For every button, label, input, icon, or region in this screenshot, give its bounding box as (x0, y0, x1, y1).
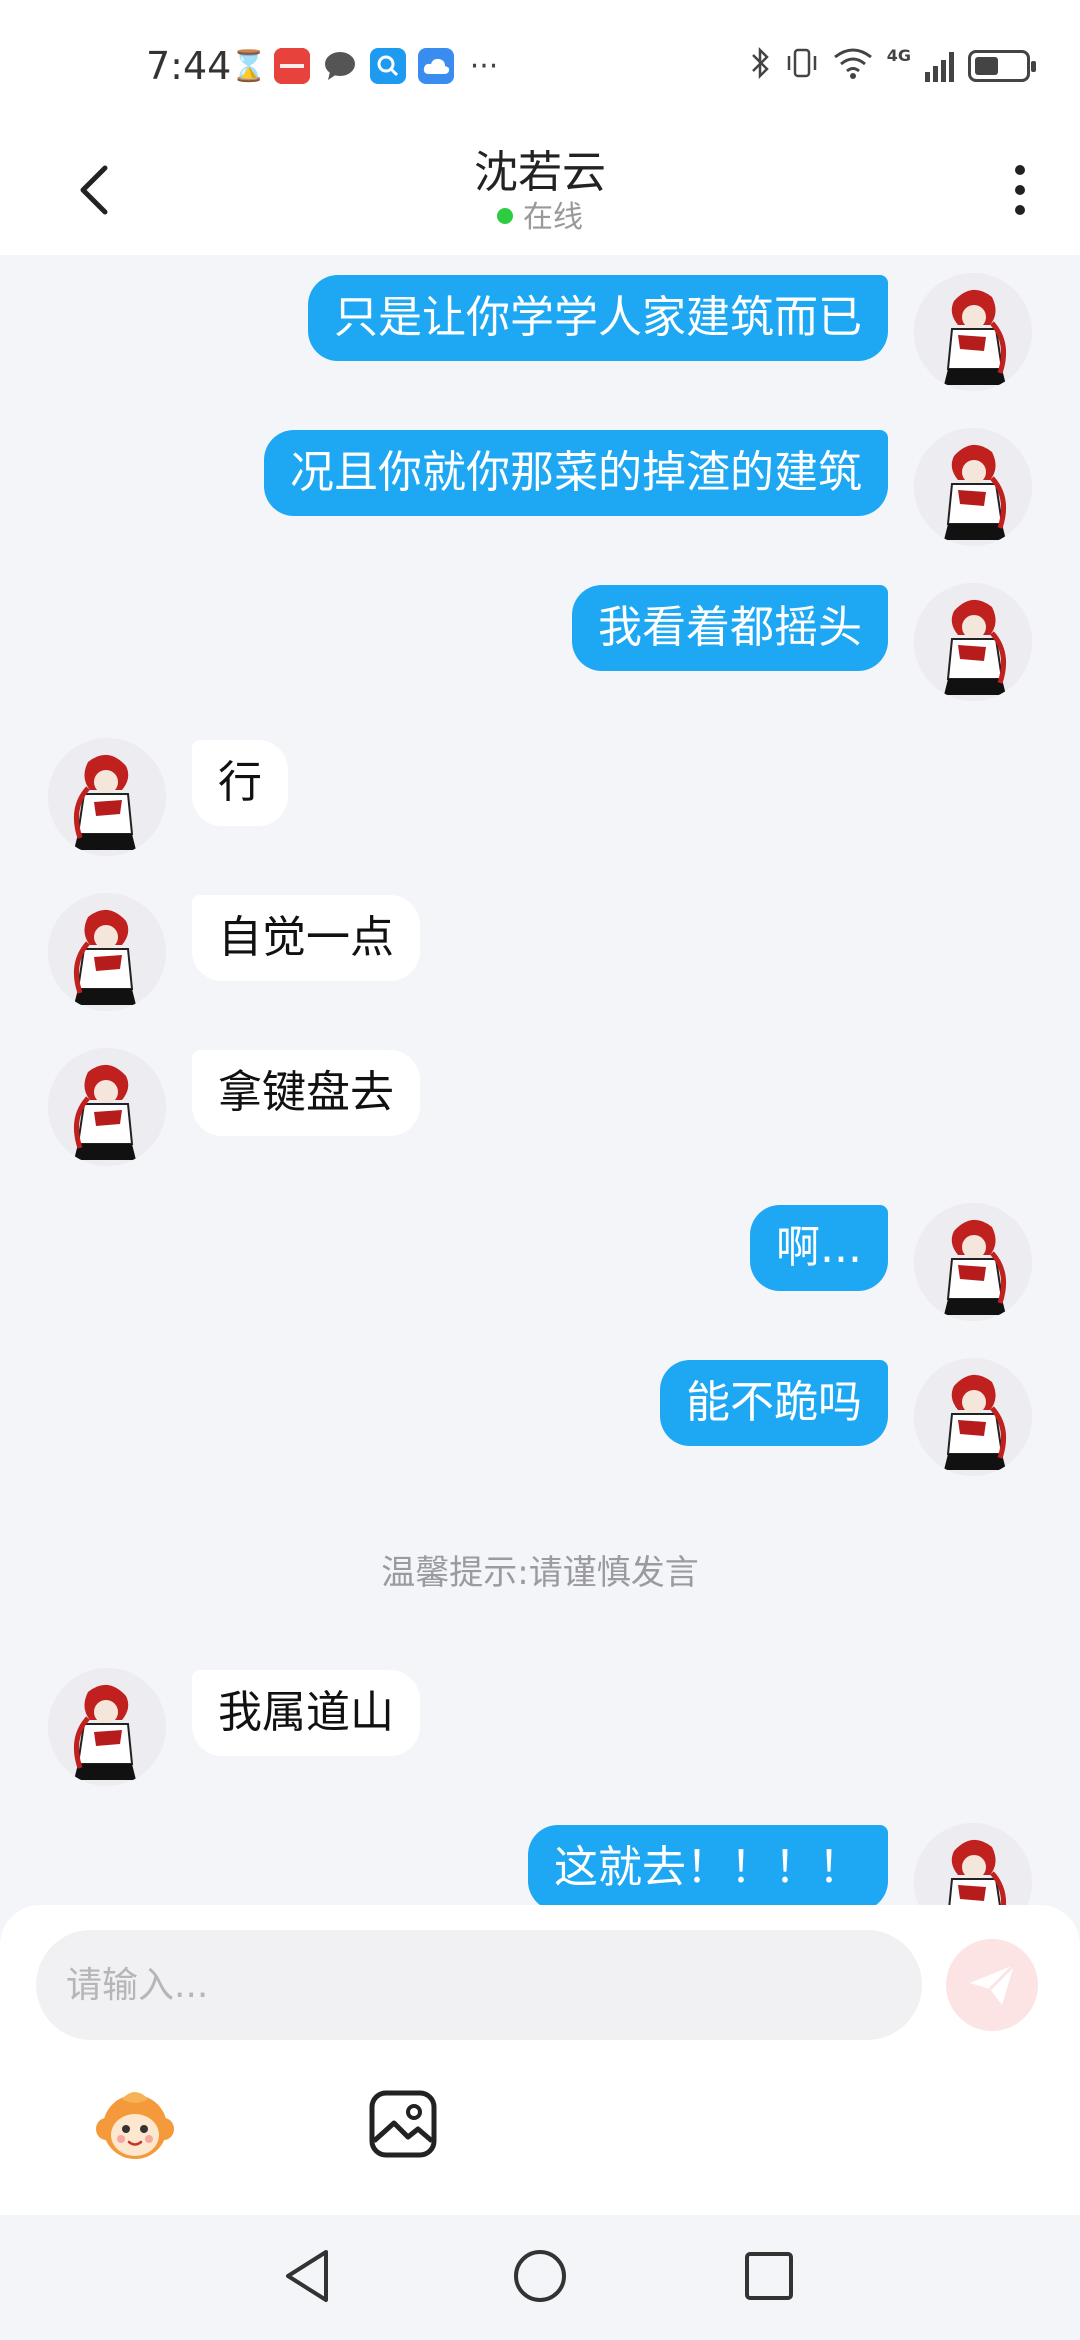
more-notifications-icon: ··· (469, 48, 499, 84)
avatar-image (914, 1358, 1032, 1476)
incoming-message: 拿键盘去 (0, 1030, 1080, 1166)
system-nav-bar (0, 2215, 1080, 2340)
outgoing-message: 这就去！！！！ (0, 1805, 1080, 1905)
4g-icon: 4G (886, 46, 911, 65)
avatar-image (48, 893, 166, 1011)
my-avatar[interactable] (914, 583, 1032, 701)
contact-name: 沈若云 (474, 147, 606, 198)
online-dot-icon (497, 207, 513, 224)
my-avatar[interactable] (914, 1358, 1032, 1476)
triangle-back-icon (286, 2250, 328, 2302)
hourglass-icon: ⌛ (230, 48, 268, 84)
status-time: 7:44 (146, 44, 232, 88)
outgoing-message: 况且你就你那菜的掉渣的建筑 (0, 410, 1080, 546)
input-panel (0, 1905, 1080, 2215)
my-avatar[interactable] (914, 273, 1032, 391)
my-avatar[interactable] (914, 1823, 1032, 1905)
signal-icon (925, 50, 954, 82)
search-app-icon (370, 48, 406, 84)
avatar-image (914, 273, 1032, 391)
message-bubble[interactable]: 拿键盘去 (192, 1050, 420, 1136)
avatar-image (914, 428, 1032, 546)
vibrate-icon (785, 46, 819, 87)
incoming-message: 行 (0, 720, 1080, 856)
contact-avatar[interactable] (48, 738, 166, 856)
contact-avatar[interactable] (48, 1048, 166, 1166)
outgoing-message: 我看着都摇头 (0, 565, 1080, 701)
message-list[interactable]: 只是让你学学人家建筑而已 况且你就你那菜的掉渣的建筑 我看着都摇头 行 自觉一点… (0, 255, 1080, 1905)
contact-avatar[interactable] (48, 1668, 166, 1786)
avatar-image (48, 738, 166, 856)
message-icon (322, 48, 358, 84)
outgoing-message: 啊... (0, 1185, 1080, 1321)
battery-level (975, 57, 998, 75)
message-bubble[interactable]: 啊... (750, 1205, 888, 1291)
my-avatar[interactable] (914, 428, 1032, 546)
message-bubble[interactable]: 自觉一点 (192, 895, 420, 981)
avatar-image (914, 583, 1032, 701)
nav-recents-button[interactable] (734, 2241, 804, 2311)
nav-back-button[interactable] (272, 2241, 342, 2311)
more-dot (1015, 205, 1025, 215)
online-status: 在线 (0, 192, 1080, 236)
cloud-app-icon (418, 48, 454, 84)
image-icon (369, 2090, 437, 2158)
avatar-image (914, 1823, 1032, 1905)
more-options-button[interactable] (990, 150, 1050, 230)
incoming-message: 自觉一点 (0, 875, 1080, 1011)
status-bar: 7:44 ⌛ ··· 4G (0, 0, 1080, 130)
chat-header: 沈若云 在线 (0, 130, 1080, 255)
my-avatar[interactable] (914, 1203, 1032, 1321)
more-dot (1015, 185, 1025, 195)
message-bubble[interactable]: 我看着都摇头 (572, 585, 888, 671)
huawei-app-icon (274, 48, 310, 84)
contact-avatar[interactable] (48, 893, 166, 1011)
online-status-label: 在线 (523, 200, 583, 235)
emoji-monkey-icon (96, 2092, 174, 2159)
image-button[interactable] (368, 2089, 438, 2159)
message-bubble[interactable]: 我属道山 (192, 1670, 420, 1756)
message-bubble[interactable]: 能不跪吗 (660, 1360, 888, 1446)
message-bubble[interactable]: 这就去！！！！ (528, 1825, 888, 1905)
message-bubble[interactable]: 行 (192, 740, 288, 826)
avatar-image (914, 1203, 1032, 1321)
outgoing-message: 只是让你学学人家建筑而已 (0, 255, 1080, 391)
emoji-button[interactable] (92, 2085, 178, 2171)
warning-notice: 温馨提示:请谨慎发言 (381, 1553, 699, 1593)
battery-icon (968, 50, 1036, 82)
incoming-message: 我属道山 (0, 1650, 1080, 1786)
circle-home-icon (514, 2250, 566, 2302)
nav-home-button[interactable] (505, 2241, 575, 2311)
message-input[interactable] (36, 1930, 922, 2040)
wifi-icon (833, 47, 873, 86)
system-icons: 4G (749, 46, 1036, 87)
bluetooth-icon (749, 46, 771, 87)
send-icon (970, 1963, 1016, 2005)
notification-icons: ⌛ ··· (230, 46, 502, 86)
message-bubble[interactable]: 只是让你学学人家建筑而已 (308, 275, 888, 361)
square-recents-icon (745, 2252, 793, 2300)
message-bubble[interactable]: 况且你就你那菜的掉渣的建筑 (264, 430, 888, 516)
more-dot (1015, 165, 1025, 175)
avatar-image (48, 1048, 166, 1166)
send-button[interactable] (946, 1939, 1038, 2031)
avatar-image (48, 1668, 166, 1786)
outgoing-message: 能不跪吗 (0, 1340, 1080, 1476)
